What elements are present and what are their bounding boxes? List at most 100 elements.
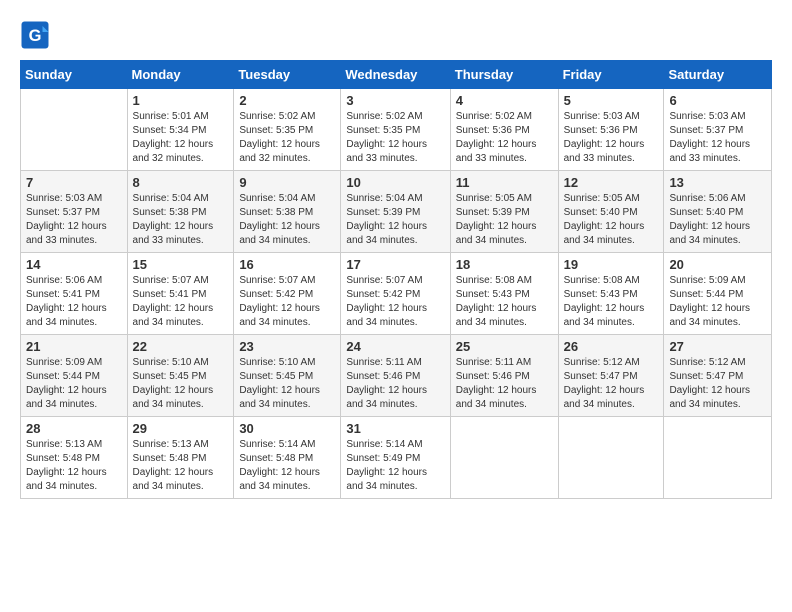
day-number: 8 bbox=[133, 175, 229, 190]
day-number: 30 bbox=[239, 421, 335, 436]
day-number: 1 bbox=[133, 93, 229, 108]
calendar-cell bbox=[450, 417, 558, 499]
calendar-cell: 4 Sunrise: 5:02 AM Sunset: 5:36 PM Daylig… bbox=[450, 89, 558, 171]
day-info: Sunrise: 5:02 AM Sunset: 5:35 PM Dayligh… bbox=[239, 110, 335, 166]
calendar-cell: 26 Sunrise: 5:12 AM Sunset: 5:47 PM Dayli… bbox=[558, 335, 664, 417]
day-info: Sunrise: 5:03 AM Sunset: 5:36 PM Dayligh… bbox=[564, 110, 659, 166]
day-info: Sunrise: 5:03 AM Sunset: 5:37 PM Dayligh… bbox=[26, 192, 122, 248]
day-info: Sunrise: 5:05 AM Sunset: 5:39 PM Dayligh… bbox=[456, 192, 553, 248]
day-info: Sunrise: 5:07 AM Sunset: 5:42 PM Dayligh… bbox=[239, 274, 335, 330]
calendar-cell: 11 Sunrise: 5:05 AM Sunset: 5:39 PM Dayli… bbox=[450, 171, 558, 253]
day-number: 31 bbox=[346, 421, 444, 436]
calendar-cell: 15 Sunrise: 5:07 AM Sunset: 5:41 PM Dayli… bbox=[127, 253, 234, 335]
day-info: Sunrise: 5:05 AM Sunset: 5:40 PM Dayligh… bbox=[564, 192, 659, 248]
weekday-header-friday: Friday bbox=[558, 61, 664, 89]
day-info: Sunrise: 5:01 AM Sunset: 5:34 PM Dayligh… bbox=[133, 110, 229, 166]
calendar-cell bbox=[21, 89, 128, 171]
calendar-cell: 16 Sunrise: 5:07 AM Sunset: 5:42 PM Dayli… bbox=[234, 253, 341, 335]
calendar-cell: 19 Sunrise: 5:08 AM Sunset: 5:43 PM Dayli… bbox=[558, 253, 664, 335]
calendar-cell: 27 Sunrise: 5:12 AM Sunset: 5:47 PM Dayli… bbox=[664, 335, 772, 417]
day-info: Sunrise: 5:10 AM Sunset: 5:45 PM Dayligh… bbox=[239, 356, 335, 412]
day-info: Sunrise: 5:08 AM Sunset: 5:43 PM Dayligh… bbox=[564, 274, 659, 330]
calendar-cell bbox=[558, 417, 664, 499]
weekday-header-sunday: Sunday bbox=[21, 61, 128, 89]
day-number: 25 bbox=[456, 339, 553, 354]
day-number: 2 bbox=[239, 93, 335, 108]
day-info: Sunrise: 5:09 AM Sunset: 5:44 PM Dayligh… bbox=[26, 356, 122, 412]
calendar-cell: 23 Sunrise: 5:10 AM Sunset: 5:45 PM Dayli… bbox=[234, 335, 341, 417]
calendar-cell: 3Sunrise: 5:02 AM Sunset: 5:35 PM Daylig… bbox=[341, 89, 450, 171]
day-number: 12 bbox=[564, 175, 659, 190]
day-number: 20 bbox=[669, 257, 766, 272]
day-info: Sunrise: 5:13 AM Sunset: 5:48 PM Dayligh… bbox=[26, 438, 122, 494]
calendar-cell: 1 Sunrise: 5:01 AM Sunset: 5:34 PM Daylig… bbox=[127, 89, 234, 171]
day-number: 29 bbox=[133, 421, 229, 436]
weekday-header-monday: Monday bbox=[127, 61, 234, 89]
calendar-cell: 6 Sunrise: 5:03 AM Sunset: 5:37 PM Daylig… bbox=[664, 89, 772, 171]
day-info: Sunrise: 5:14 AM Sunset: 5:49 PM Dayligh… bbox=[346, 438, 444, 494]
day-info: Sunrise: 5:14 AM Sunset: 5:48 PM Dayligh… bbox=[239, 438, 335, 494]
calendar-cell: 20 Sunrise: 5:09 AM Sunset: 5:44 PM Dayli… bbox=[664, 253, 772, 335]
day-number: 5 bbox=[564, 93, 659, 108]
calendar-cell: 12 Sunrise: 5:05 AM Sunset: 5:40 PM Dayli… bbox=[558, 171, 664, 253]
day-number: 9 bbox=[239, 175, 335, 190]
day-info: Sunrise: 5:04 AM Sunset: 5:38 PM Dayligh… bbox=[133, 192, 229, 248]
calendar-cell: 21 Sunrise: 5:09 AM Sunset: 5:44 PM Dayli… bbox=[21, 335, 128, 417]
logo-icon: G bbox=[20, 20, 50, 50]
calendar-cell: 5 Sunrise: 5:03 AM Sunset: 5:36 PM Daylig… bbox=[558, 89, 664, 171]
calendar-cell: 8 Sunrise: 5:04 AM Sunset: 5:38 PM Daylig… bbox=[127, 171, 234, 253]
day-number: 22 bbox=[133, 339, 229, 354]
day-number: 24 bbox=[346, 339, 444, 354]
calendar-cell: 29 Sunrise: 5:13 AM Sunset: 5:48 PM Dayli… bbox=[127, 417, 234, 499]
day-number: 7 bbox=[26, 175, 122, 190]
calendar-cell: 31 Sunrise: 5:14 AM Sunset: 5:49 PM Dayli… bbox=[341, 417, 450, 499]
day-number: 18 bbox=[456, 257, 553, 272]
day-number: 19 bbox=[564, 257, 659, 272]
svg-text:G: G bbox=[29, 27, 42, 45]
day-info: Sunrise: 5:13 AM Sunset: 5:48 PM Dayligh… bbox=[133, 438, 229, 494]
logo: G bbox=[20, 20, 52, 50]
calendar-cell: 2 Sunrise: 5:02 AM Sunset: 5:35 PM Daylig… bbox=[234, 89, 341, 171]
day-number: 15 bbox=[133, 257, 229, 272]
calendar-cell: 14 Sunrise: 5:06 AM Sunset: 5:41 PM Dayli… bbox=[21, 253, 128, 335]
day-number: 27 bbox=[669, 339, 766, 354]
day-info: Sunrise: 5:03 AM Sunset: 5:37 PM Dayligh… bbox=[669, 110, 766, 166]
calendar-cell: 13 Sunrise: 5:06 AM Sunset: 5:40 PM Dayli… bbox=[664, 171, 772, 253]
weekday-header-tuesday: Tuesday bbox=[234, 61, 341, 89]
day-number: 23 bbox=[239, 339, 335, 354]
day-number: 13 bbox=[669, 175, 766, 190]
day-number: 28 bbox=[26, 421, 122, 436]
day-info: Sunrise: 5:07 AM Sunset: 5:41 PM Dayligh… bbox=[133, 274, 229, 330]
calendar-cell: 7 Sunrise: 5:03 AM Sunset: 5:37 PM Daylig… bbox=[21, 171, 128, 253]
day-number: 3 bbox=[346, 93, 444, 108]
day-info: Sunrise: 5:06 AM Sunset: 5:41 PM Dayligh… bbox=[26, 274, 122, 330]
calendar-cell: 9Sunrise: 5:04 AM Sunset: 5:38 PM Daylig… bbox=[234, 171, 341, 253]
day-info: Sunrise: 5:10 AM Sunset: 5:45 PM Dayligh… bbox=[133, 356, 229, 412]
calendar-cell: 18 Sunrise: 5:08 AM Sunset: 5:43 PM Dayli… bbox=[450, 253, 558, 335]
weekday-header-wednesday: Wednesday bbox=[341, 61, 450, 89]
weekday-header-thursday: Thursday bbox=[450, 61, 558, 89]
calendar-cell: 30 Sunrise: 5:14 AM Sunset: 5:48 PM Dayli… bbox=[234, 417, 341, 499]
day-number: 16 bbox=[239, 257, 335, 272]
calendar-table: SundayMondayTuesdayWednesdayThursdayFrid… bbox=[20, 60, 772, 499]
day-number: 11 bbox=[456, 175, 553, 190]
day-info: Sunrise: 5:08 AM Sunset: 5:43 PM Dayligh… bbox=[456, 274, 553, 330]
day-info: Sunrise: 5:06 AM Sunset: 5:40 PM Dayligh… bbox=[669, 192, 766, 248]
calendar-cell: 22 Sunrise: 5:10 AM Sunset: 5:45 PM Dayli… bbox=[127, 335, 234, 417]
day-number: 14 bbox=[26, 257, 122, 272]
day-number: 26 bbox=[564, 339, 659, 354]
calendar-cell: 17Sunrise: 5:07 AM Sunset: 5:42 PM Dayli… bbox=[341, 253, 450, 335]
day-number: 4 bbox=[456, 93, 553, 108]
day-number: 21 bbox=[26, 339, 122, 354]
day-info: Sunrise: 5:11 AM Sunset: 5:46 PM Dayligh… bbox=[456, 356, 553, 412]
day-number: 6 bbox=[669, 93, 766, 108]
day-info: Sunrise: 5:09 AM Sunset: 5:44 PM Dayligh… bbox=[669, 274, 766, 330]
day-number: 10 bbox=[346, 175, 444, 190]
day-info: Sunrise: 5:12 AM Sunset: 5:47 PM Dayligh… bbox=[669, 356, 766, 412]
day-info: Sunrise: 5:12 AM Sunset: 5:47 PM Dayligh… bbox=[564, 356, 659, 412]
day-info: Sunrise: 5:07 AM Sunset: 5:42 PM Dayligh… bbox=[346, 274, 444, 330]
calendar-cell: 10Sunrise: 5:04 AM Sunset: 5:39 PM Dayli… bbox=[341, 171, 450, 253]
day-info: Sunrise: 5:11 AM Sunset: 5:46 PM Dayligh… bbox=[346, 356, 444, 412]
day-info: Sunrise: 5:02 AM Sunset: 5:36 PM Dayligh… bbox=[456, 110, 553, 166]
calendar-cell: 28 Sunrise: 5:13 AM Sunset: 5:48 PM Dayli… bbox=[21, 417, 128, 499]
